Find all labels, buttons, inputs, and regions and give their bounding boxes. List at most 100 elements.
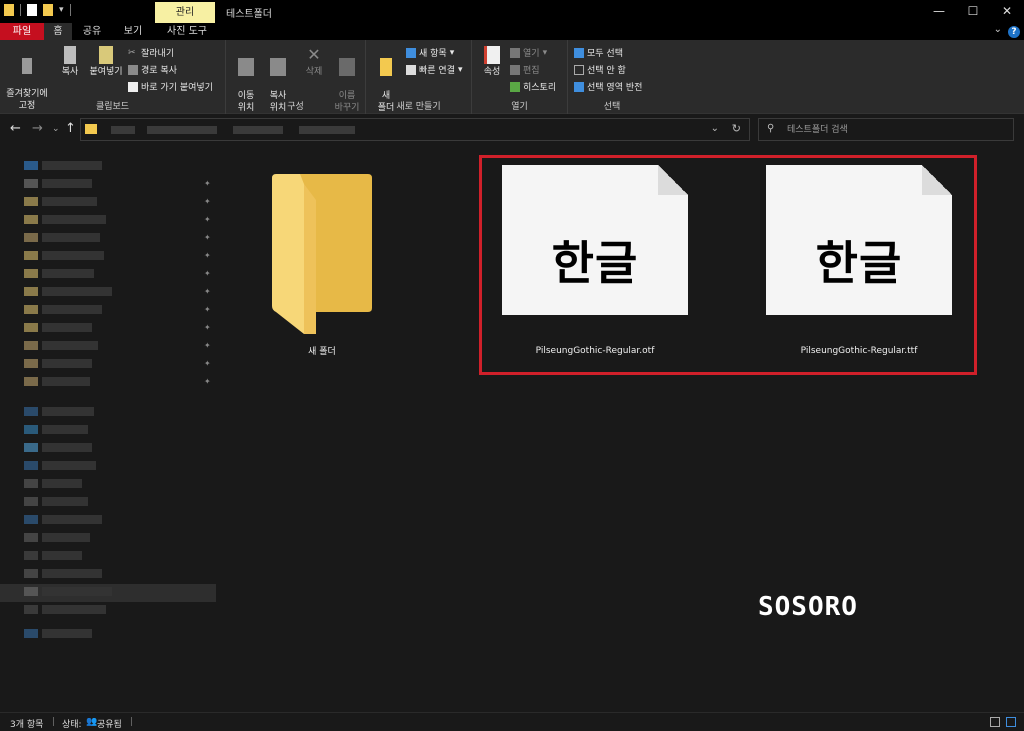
select-all-label: 모두 선택 xyxy=(587,49,623,59)
tab-share[interactable]: 공유 xyxy=(76,23,108,40)
pin-icon[interactable]: ✦ xyxy=(204,341,211,350)
nav-item[interactable] xyxy=(20,285,200,298)
forward-arrow-icon[interactable]: → xyxy=(32,121,43,136)
nav-item[interactable] xyxy=(20,405,200,418)
nav-item[interactable] xyxy=(20,159,200,172)
nav-item[interactable] xyxy=(20,459,200,472)
tab-picture-tools[interactable]: 사진 도구 xyxy=(158,23,216,40)
nav-item[interactable] xyxy=(20,477,200,490)
refresh-icon[interactable]: ↻ xyxy=(732,122,741,135)
delete-button[interactable]: ✕ 삭제 xyxy=(302,46,326,78)
nav-item[interactable] xyxy=(20,231,200,244)
copy-to-icon xyxy=(270,58,286,76)
breadcrumb-segment[interactable] xyxy=(111,126,135,134)
easy-access-button[interactable]: 빠른 연결 ▾ xyxy=(406,63,463,76)
up-arrow-icon[interactable]: ↑ xyxy=(65,121,76,136)
nav-item-label xyxy=(42,479,82,488)
history-button[interactable]: 히스토리 xyxy=(510,80,556,93)
nav-item[interactable] xyxy=(20,177,200,190)
nav-item[interactable] xyxy=(20,375,200,388)
select-all-button[interactable]: 모두 선택 xyxy=(574,46,623,59)
tab-file[interactable]: 파일 xyxy=(0,23,44,40)
pin-icon[interactable]: ✦ xyxy=(204,269,211,278)
nav-item-label xyxy=(42,341,98,350)
search-box[interactable]: ⚲ xyxy=(758,118,1014,141)
nav-item[interactable] xyxy=(20,357,200,370)
pin-icon[interactable]: ✦ xyxy=(204,215,211,224)
nav-item-icon xyxy=(24,425,38,434)
select-none-button[interactable]: 선택 안 함 xyxy=(574,63,626,76)
nav-item-icon xyxy=(24,179,38,188)
folder-icon xyxy=(4,4,14,16)
pin-icon[interactable]: ✦ xyxy=(204,323,211,332)
open-button[interactable]: 열기 ▾ xyxy=(510,46,547,59)
maximize-button[interactable]: ☐ xyxy=(956,0,990,23)
nav-item[interactable] xyxy=(20,423,200,436)
pin-icon[interactable]: ✦ xyxy=(204,377,211,386)
nav-item-icon xyxy=(24,305,38,314)
cut-button[interactable]: ✂ 잘라내기 xyxy=(128,46,174,60)
nav-item-label xyxy=(42,461,96,470)
breadcrumb-segment[interactable] xyxy=(147,126,217,134)
pin-icon[interactable]: ✦ xyxy=(204,197,211,206)
nav-item-icon xyxy=(24,629,38,638)
copy-path-button[interactable]: 경로 복사 xyxy=(128,63,177,76)
invert-selection-button[interactable]: 선택 영역 반전 xyxy=(574,80,642,93)
breadcrumb-segment[interactable] xyxy=(299,126,355,134)
help-icon[interactable]: ? xyxy=(1008,26,1020,38)
back-arrow-icon[interactable]: ← xyxy=(10,121,21,136)
ribbon-collapse-icon[interactable]: ⌄ xyxy=(994,24,1002,35)
pin-icon[interactable]: ✦ xyxy=(204,233,211,242)
address-dropdown-icon[interactable]: ⌄ xyxy=(711,123,719,134)
recent-locations-chevron-icon[interactable]: ⌄ xyxy=(52,124,60,134)
nav-item-label xyxy=(42,323,92,332)
large-icons-view-icon[interactable] xyxy=(1006,717,1016,727)
properties-button[interactable]: 속성 xyxy=(478,46,506,78)
copy-button[interactable]: 복사 xyxy=(56,46,84,78)
tab-home[interactable]: 홈 xyxy=(44,23,72,40)
nav-item[interactable] xyxy=(20,267,200,280)
nav-item[interactable] xyxy=(20,321,200,334)
nav-item[interactable] xyxy=(20,513,200,526)
nav-item[interactable] xyxy=(20,195,200,208)
nav-item-label xyxy=(42,377,90,386)
nav-item[interactable] xyxy=(20,249,200,262)
pin-icon[interactable]: ✦ xyxy=(204,287,211,296)
tab-view[interactable]: 보기 xyxy=(117,23,149,40)
pin-icon[interactable]: ✦ xyxy=(204,305,211,314)
pin-icon[interactable]: ✦ xyxy=(204,359,211,368)
paste-shortcut-button[interactable]: 바로 가기 붙여넣기 xyxy=(128,80,213,93)
paste-shortcut-label: 바로 가기 붙여넣기 xyxy=(141,83,213,93)
nav-item-icon xyxy=(24,341,38,350)
pin-icon[interactable]: ✦ xyxy=(204,179,211,188)
customize-chevron-icon[interactable]: ▾ xyxy=(59,5,64,15)
search-input[interactable] xyxy=(787,122,1007,138)
nav-item[interactable] xyxy=(20,549,200,562)
close-button[interactable]: ✕ xyxy=(990,0,1024,23)
nav-item[interactable] xyxy=(20,213,200,226)
paste-button[interactable]: 붙여넣기 xyxy=(86,46,126,78)
nav-item[interactable] xyxy=(20,495,200,508)
nav-item[interactable] xyxy=(20,567,200,580)
pin-icon[interactable]: ✦ xyxy=(204,251,211,260)
ribbon: 즐겨찾기에 고정 복사 붙여넣기 ✂ 잘라내기 경로 복사 바로 가기 붙여넣기… xyxy=(0,40,1024,114)
new-folder-icon xyxy=(380,58,392,76)
edit-button[interactable]: 편집 xyxy=(510,63,540,76)
properties-icon[interactable] xyxy=(27,4,37,16)
nav-item[interactable] xyxy=(20,603,200,616)
new-item-button[interactable]: 새 항목 ▾ xyxy=(406,46,454,59)
details-view-icon[interactable] xyxy=(990,717,1000,727)
nav-item[interactable] xyxy=(20,531,200,544)
minimize-button[interactable]: — xyxy=(922,0,956,23)
new-folder-icon[interactable] xyxy=(43,4,53,16)
nav-item[interactable] xyxy=(20,441,200,454)
nav-item[interactable] xyxy=(20,303,200,316)
nav-item[interactable] xyxy=(20,339,200,352)
folder-item-new-folder[interactable]: 새 폴더 xyxy=(262,170,382,360)
address-bar[interactable]: ⌄ ↻ xyxy=(80,118,750,141)
tab-manage[interactable]: 관리 xyxy=(155,2,215,23)
breadcrumb-segment[interactable] xyxy=(233,126,283,134)
nav-item[interactable] xyxy=(20,585,200,598)
edit-icon xyxy=(510,64,520,75)
nav-item[interactable] xyxy=(20,627,200,640)
